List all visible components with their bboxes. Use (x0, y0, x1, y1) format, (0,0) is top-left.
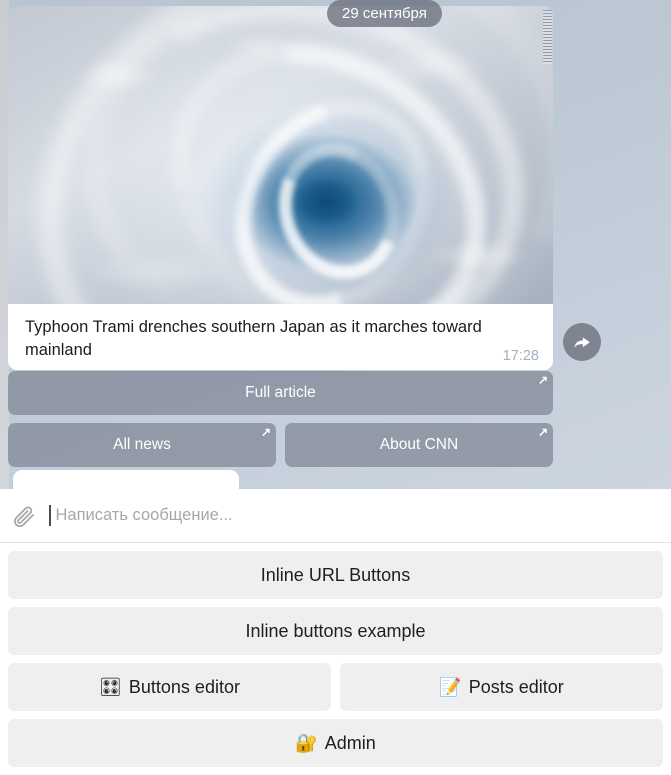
reply-button-label: Inline buttons example (245, 620, 426, 641)
message-caption-bubble: Typhoon Trami drenches southern Japan as… (8, 304, 553, 370)
reply-keyboard-row: Inline URL Buttons (0, 551, 671, 607)
external-link-icon: ↗ (260, 425, 271, 439)
inline-keyboard-row: All news ↗ About CNN ↗ (8, 423, 553, 467)
external-link-icon: ↗ (537, 373, 548, 387)
forward-message-button[interactable] (563, 323, 601, 361)
chat-area: Typhoon Trami drenches southern Japan as… (0, 0, 671, 489)
reply-button-inline-url-buttons[interactable]: Inline URL Buttons (8, 551, 663, 599)
reply-keyboard: Inline URL Buttons Inline buttons exampl… (0, 543, 671, 775)
inline-button-about-cnn[interactable]: About CNN ↗ (285, 423, 553, 467)
inline-button-label: Full article (245, 384, 316, 401)
reply-button-label: Inline URL Buttons (260, 564, 411, 585)
message-input-bar: Написать сообщение... (0, 489, 671, 543)
forward-arrow-icon (574, 337, 590, 348)
inline-button-label: All news (113, 436, 171, 453)
message-caption-text: Typhoon Trami drenches southern Japan as… (25, 318, 482, 359)
reply-keyboard-row: Inline buttons example (0, 607, 671, 663)
text-cursor (49, 505, 51, 526)
message-group: Typhoon Trami drenches southern Japan as… (8, 6, 553, 370)
reply-button-admin[interactable]: 🔐 Admin (8, 719, 663, 767)
inline-button-label: About CNN (379, 436, 459, 453)
partially-visible-message-bubble (13, 470, 239, 489)
reply-keyboard-row: 🎛 Buttons editor 📝 Posts editor (0, 663, 671, 719)
external-link-icon: ↗ (537, 425, 548, 439)
reply-keyboard-row: 🔐 Admin (0, 719, 671, 775)
inline-button-full-article[interactable]: Full article ↗ (8, 371, 553, 415)
control-knobs-icon: 🎛 (99, 677, 122, 697)
inline-button-all-news[interactable]: All news ↗ (8, 423, 276, 467)
reply-button-label: Admin (324, 732, 376, 753)
message-timestamp: 17:28 (502, 348, 539, 364)
reply-button-posts-editor[interactable]: 📝 Posts editor (340, 663, 663, 711)
reply-button-label: Posts editor (468, 676, 564, 697)
memo-icon: 📝 (439, 677, 462, 697)
cloud-texture (8, 6, 553, 304)
message-input-placeholder: Написать сообщение... (55, 506, 233, 524)
message-photo[interactable] (8, 6, 553, 304)
attach-button[interactable] (7, 503, 41, 529)
reply-button-label: Buttons editor (128, 676, 240, 697)
message-input-field[interactable]: Написать сообщение... (49, 489, 671, 543)
date-badge: 29 сентября (327, 0, 442, 27)
paperclip-icon (13, 506, 35, 527)
photo-credit-watermark (543, 10, 552, 64)
reply-button-buttons-editor[interactable]: 🎛 Buttons editor (8, 663, 331, 711)
inline-keyboard: Full article ↗ All news ↗ About CNN ↗ (8, 371, 553, 475)
reply-button-inline-buttons-example[interactable]: Inline buttons example (8, 607, 663, 655)
locked-with-key-icon: 🔐 (295, 733, 318, 753)
inline-keyboard-row: Full article ↗ (8, 371, 553, 415)
